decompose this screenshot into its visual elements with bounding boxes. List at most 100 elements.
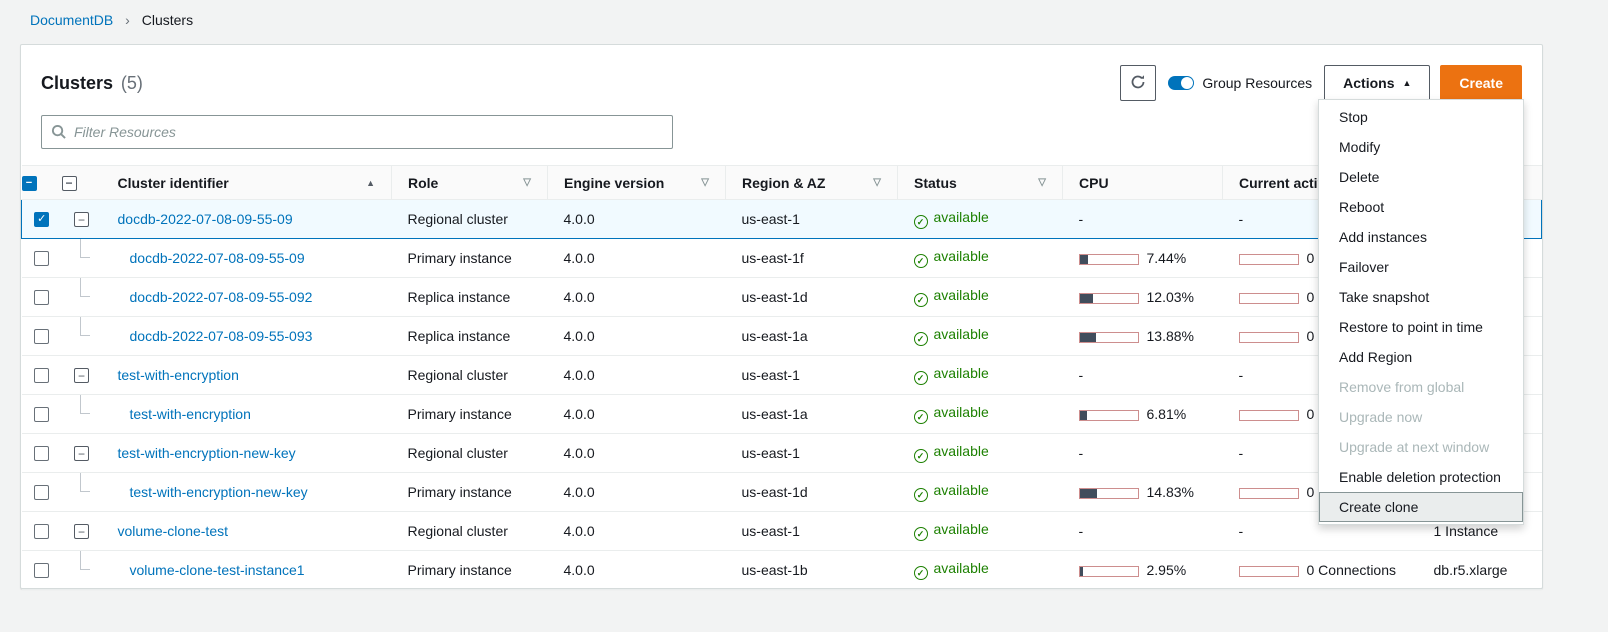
column-header-role[interactable]: Role▽ xyxy=(392,166,548,200)
status-text: available xyxy=(934,404,989,420)
status-text: available xyxy=(934,326,989,342)
column-header-cluster-identifier[interactable]: Cluster identifier ▲ xyxy=(102,166,392,200)
tree-connector xyxy=(80,551,90,570)
filter-dropdown-icon[interactable]: ▽ xyxy=(701,177,709,188)
menu-item-reboot[interactable]: Reboot xyxy=(1319,192,1523,222)
sort-asc-icon: ▲ xyxy=(366,178,375,188)
region-az-cell: us-east-1 xyxy=(726,512,898,551)
region-az-cell: us-east-1 xyxy=(726,434,898,473)
column-label: Cluster identifier xyxy=(118,175,229,191)
column-label: Region & AZ xyxy=(742,175,825,191)
cluster-identifier-link[interactable]: test-with-encryption-new-key xyxy=(118,445,296,461)
status-cell: ✓ available xyxy=(898,317,1063,356)
cpu-value: 2.95% xyxy=(1147,562,1187,578)
row-checkbox[interactable] xyxy=(34,407,49,422)
collapse-row-icon[interactable]: − xyxy=(74,368,89,383)
role-cell: Regional cluster xyxy=(392,356,548,395)
cpu-cell: 12.03% xyxy=(1063,278,1223,317)
menu-item-add-region[interactable]: Add Region xyxy=(1319,342,1523,372)
row-checkbox[interactable] xyxy=(34,368,49,383)
status-available-icon: ✓ xyxy=(914,488,928,502)
breadcrumb-documentdb-link[interactable]: DocumentDB xyxy=(30,12,113,28)
menu-item-stop[interactable]: Stop xyxy=(1319,102,1523,132)
status-text: available xyxy=(934,482,989,498)
status-available-icon: ✓ xyxy=(914,527,928,541)
breadcrumb: DocumentDB › Clusters xyxy=(0,0,1608,28)
row-checkbox[interactable] xyxy=(34,329,49,344)
menu-item-enable-deletion-protection[interactable]: Enable deletion protection xyxy=(1319,462,1523,492)
row-checkbox[interactable]: ✓ xyxy=(34,212,49,227)
cpu-cell: - xyxy=(1063,434,1223,473)
cpu-cell: 2.95% xyxy=(1063,551,1223,590)
cluster-identifier-link[interactable]: volume-clone-test-instance1 xyxy=(130,562,305,578)
group-resources-toggle[interactable]: Group Resources xyxy=(1168,75,1312,91)
row-checkbox[interactable] xyxy=(34,251,49,266)
cluster-identifier-link[interactable]: docdb-2022-07-08-09-55-09 xyxy=(130,250,305,266)
cpu-cell: - xyxy=(1063,200,1223,239)
filter-dropdown-icon[interactable]: ▽ xyxy=(1038,177,1046,188)
row-checkbox[interactable] xyxy=(34,446,49,461)
menu-item-delete[interactable]: Delete xyxy=(1319,162,1523,192)
column-header-status[interactable]: Status▽ xyxy=(898,166,1063,200)
engine-version-cell: 4.0.0 xyxy=(548,473,726,512)
collapse-all-icon[interactable]: − xyxy=(62,176,77,191)
region-az-cell: us-east-1d xyxy=(726,278,898,317)
tree-connector xyxy=(80,278,90,297)
cluster-identifier-link[interactable]: volume-clone-test xyxy=(118,523,229,539)
status-text: available xyxy=(934,560,989,576)
menu-item-add-instances[interactable]: Add instances xyxy=(1319,222,1523,252)
menu-item-restore-to-point-in-time[interactable]: Restore to point in time xyxy=(1319,312,1523,342)
status-text: available xyxy=(934,443,989,459)
row-checkbox[interactable] xyxy=(34,290,49,305)
refresh-button[interactable] xyxy=(1120,65,1156,101)
cluster-identifier-link[interactable]: docdb-2022-07-08-09-55-093 xyxy=(130,328,313,344)
cpu-gauge xyxy=(1079,293,1139,304)
table-row: docdb-2022-07-08-09-55-09Primary instanc… xyxy=(22,239,1542,278)
collapse-row-icon[interactable]: − xyxy=(74,524,89,539)
column-header-cpu: CPU xyxy=(1063,166,1223,200)
collapse-row-icon[interactable]: − xyxy=(74,446,89,461)
page-title-count: (5) xyxy=(121,73,143,93)
status-available-icon: ✓ xyxy=(914,566,928,580)
filter-dropdown-icon[interactable]: ▽ xyxy=(523,177,531,188)
cluster-identifier-link[interactable]: test-with-encryption xyxy=(118,367,239,383)
status-text: available xyxy=(934,365,989,381)
column-header-engine-version[interactable]: Engine version▽ xyxy=(548,166,726,200)
row-checkbox[interactable] xyxy=(34,524,49,539)
cpu-value: 14.83% xyxy=(1147,484,1194,500)
column-label: CPU xyxy=(1079,175,1109,191)
filter-dropdown-icon[interactable]: ▽ xyxy=(873,177,881,188)
create-button[interactable]: Create xyxy=(1440,65,1522,101)
cpu-cell: - xyxy=(1063,356,1223,395)
region-az-cell: us-east-1d xyxy=(726,473,898,512)
cluster-identifier-link[interactable]: test-with-encryption xyxy=(130,406,251,422)
filter-input[interactable] xyxy=(41,115,673,149)
menu-item-create-clone[interactable]: Create clone xyxy=(1319,492,1523,522)
connections-gauge xyxy=(1239,488,1299,499)
region-az-cell: us-east-1a xyxy=(726,395,898,434)
activity-empty: - xyxy=(1239,211,1244,227)
table-row: test-with-encryption-new-keyPrimary inst… xyxy=(22,473,1542,512)
menu-item-failover[interactable]: Failover xyxy=(1319,252,1523,282)
row-checkbox[interactable] xyxy=(34,563,49,578)
cluster-identifier-link[interactable]: docdb-2022-07-08-09-55-09 xyxy=(118,211,293,227)
collapse-row-icon[interactable]: − xyxy=(74,212,89,227)
tree-connector xyxy=(80,473,90,492)
column-header-region-az[interactable]: Region & AZ ▽ xyxy=(726,166,898,200)
menu-item-modify[interactable]: Modify xyxy=(1319,132,1523,162)
refresh-icon xyxy=(1130,74,1146,93)
status-cell: ✓available xyxy=(898,395,1063,434)
role-cell: Regional cluster xyxy=(392,434,548,473)
menu-item-take-snapshot[interactable]: Take snapshot xyxy=(1319,282,1523,312)
status-available-icon: ✓ xyxy=(914,332,928,346)
filter-bar xyxy=(41,115,673,149)
row-checkbox[interactable] xyxy=(34,485,49,500)
region-az-cell: us-east-1f xyxy=(726,239,898,278)
cluster-identifier-link[interactable]: docdb-2022-07-08-09-55-092 xyxy=(130,289,313,305)
cluster-identifier-link[interactable]: test-with-encryption-new-key xyxy=(130,484,308,500)
select-all-checkbox[interactable]: − xyxy=(22,176,37,191)
cpu-cell: 14.83% xyxy=(1063,473,1223,512)
actions-button[interactable]: Actions ▲ xyxy=(1324,65,1430,101)
current-activity-cell: 0 Connections xyxy=(1223,551,1418,590)
table-row: test-with-encryptionPrimary instance4.0.… xyxy=(22,395,1542,434)
